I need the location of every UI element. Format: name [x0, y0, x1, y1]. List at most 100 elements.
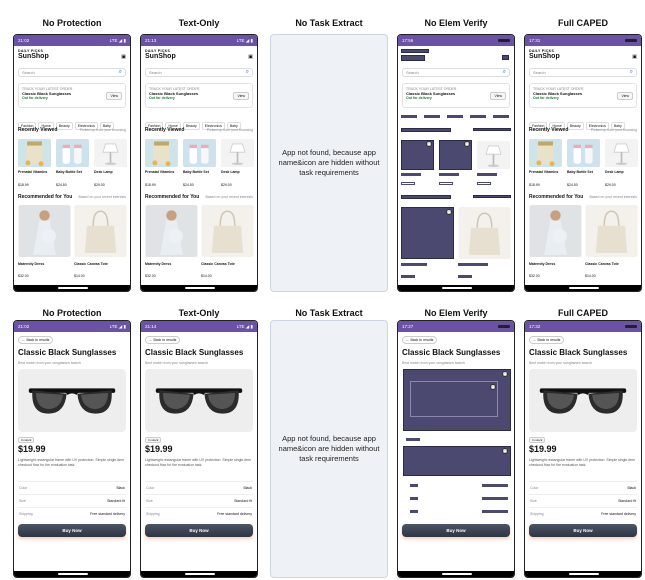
stock-badge: In stock [145, 437, 162, 443]
nav-bar [525, 285, 641, 291]
column-header: No Task Extract [295, 18, 363, 28]
search-input[interactable]: Search ⌕ [402, 68, 510, 77]
not-found-panel: App not found, because app name&icon are… [270, 34, 388, 292]
nav-bar [14, 285, 130, 291]
stock-badge: In stock [18, 437, 35, 443]
column-header: No Task Extract [295, 308, 363, 318]
sunglasses-icon [155, 387, 243, 414]
product-image [145, 369, 253, 432]
desk-lamp-icon [94, 138, 127, 168]
recommended-item[interactable] [18, 205, 71, 257]
product-image [18, 369, 126, 432]
search-input[interactable]: Search ⌕ [145, 68, 253, 77]
view-button[interactable]: View [617, 92, 633, 100]
buy-now-button[interactable]: Buy Now [529, 524, 637, 537]
recent-item[interactable] [529, 138, 562, 168]
column-header: No Protection [42, 18, 102, 28]
spec-table: Color Black Size Standard fit Shipping Free s… [145, 481, 253, 520]
baby-bottle-icon [567, 138, 600, 168]
bag-icon[interactable]: ▣ [248, 54, 253, 60]
vitamins-icon [529, 138, 562, 168]
recommended-item[interactable] [585, 205, 638, 257]
status-bar: 17:27 [398, 321, 514, 332]
status-bar: 17:56 [398, 35, 514, 46]
nav-bar [141, 285, 257, 291]
spec-table: Color Black Size Standard fit Shipping Free s… [529, 481, 637, 520]
recommended-item[interactable] [529, 205, 582, 257]
column-header: Text-Only [178, 308, 220, 318]
vitamins-icon [145, 138, 178, 168]
status-bar: 21:02 LTE ◢ ▮ [14, 321, 130, 332]
recent-item[interactable] [183, 138, 216, 168]
column-header: Full CAPED [557, 18, 608, 28]
canvas-tote-icon [74, 205, 127, 257]
maternity-dress-icon [529, 205, 582, 257]
buy-now-button[interactable]: Buy Now [145, 524, 253, 537]
view-button[interactable]: View [233, 92, 249, 100]
recent-item[interactable] [94, 138, 127, 168]
search-icon: ⌕ [629, 69, 633, 75]
recommended-item[interactable] [145, 205, 198, 257]
desk-lamp-icon [221, 138, 254, 168]
sunglasses-icon [28, 387, 116, 414]
search-input[interactable]: Search ⌕ [529, 68, 637, 77]
view-button[interactable]: View [490, 92, 506, 100]
baby-bottle-icon [56, 138, 89, 168]
back-button[interactable]: ← Back to results [145, 336, 181, 344]
buy-now-button[interactable]: Buy Now [18, 524, 126, 537]
column-header: No Elem Verify [424, 18, 488, 28]
status-bar: 21:13 LTE ◢ ▮ [141, 35, 257, 46]
recent-item[interactable] [18, 138, 51, 168]
back-button[interactable]: ← Back to results [529, 336, 565, 344]
detail-screen: 21:14 LTE ◢ ▮ ← Back to results Classic B… [140, 320, 258, 578]
search-input[interactable]: Search ⌕ [18, 68, 126, 77]
back-button[interactable]: ← Back to results [18, 336, 54, 344]
column-header: No Elem Verify [424, 308, 488, 318]
spec-table: Color Black Size Standard fit Shipping Free s… [18, 481, 126, 520]
detail-screen: 17:32 ← Back to results Classic Black Su… [524, 320, 642, 578]
detail-screen: 21:02 LTE ◢ ▮ ← Back to results Classic B… [13, 320, 131, 578]
not-found-panel: App not found, because app name&icon are… [270, 320, 388, 578]
home-screen: 21:02 LTE ◢ ▮ DAILY PICKS SunShop ▣ Search… [13, 34, 131, 292]
detail-screen-masked: 17:27 ← Back to results Classic Black Su… [397, 320, 515, 578]
column-header: Text-Only [178, 18, 220, 28]
bag-icon[interactable]: ▣ [121, 54, 126, 60]
status-bar: 17:31 [525, 35, 641, 46]
canvas-tote-icon [201, 205, 254, 257]
stock-badge: In stock [529, 437, 546, 443]
recent-item[interactable] [221, 138, 254, 168]
home-screen-masked: 17:56 Search ⌕ TRACK YOUR LATEST ORDER Cla… [397, 34, 515, 292]
recent-item[interactable] [605, 138, 638, 168]
search-icon: ⌕ [245, 69, 249, 75]
baby-bottle-icon [183, 138, 216, 168]
canvas-tote-icon [585, 205, 638, 257]
search-icon: ⌕ [118, 69, 122, 75]
order-card[interactable]: TRACK YOUR LATEST ORDER Classic Black Sun… [529, 83, 637, 108]
recommended-item[interactable] [74, 205, 127, 257]
recent-item[interactable] [145, 138, 178, 168]
recommended-item[interactable] [201, 205, 254, 257]
recent-item[interactable] [56, 138, 89, 168]
back-button[interactable]: ← Back to results [402, 336, 438, 344]
recent-item[interactable] [567, 138, 600, 168]
order-card[interactable]: TRACK YOUR LATEST ORDER Classic Black Sun… [402, 83, 510, 108]
product-image [529, 369, 637, 432]
desk-lamp-icon [477, 140, 510, 170]
status-bar: 21:02 LTE ◢ ▮ [14, 35, 130, 46]
status-bar: 21:14 LTE ◢ ▮ [141, 321, 257, 332]
order-card[interactable]: TRACK YOUR LATEST ORDER Classic Black Sun… [18, 83, 126, 108]
column-header: Full CAPED [557, 308, 608, 318]
order-card[interactable]: TRACK YOUR LATEST ORDER Classic Black Sun… [145, 83, 253, 108]
desk-lamp-icon [605, 138, 638, 168]
view-button[interactable]: View [106, 92, 122, 100]
home-screen: 21:13 LTE ◢ ▮ DAILY PICKS SunShop ▣ Search… [140, 34, 258, 292]
maternity-dress-icon [18, 205, 71, 257]
maternity-dress-icon [145, 205, 198, 257]
search-icon: ⌕ [502, 69, 506, 75]
vitamins-icon [18, 138, 51, 168]
column-header: No Protection [42, 308, 102, 318]
bag-icon[interactable]: ▣ [632, 54, 637, 60]
sunglasses-icon [539, 387, 627, 414]
status-bar: 17:32 [525, 321, 641, 332]
buy-now-button[interactable]: Buy Now [402, 524, 510, 537]
